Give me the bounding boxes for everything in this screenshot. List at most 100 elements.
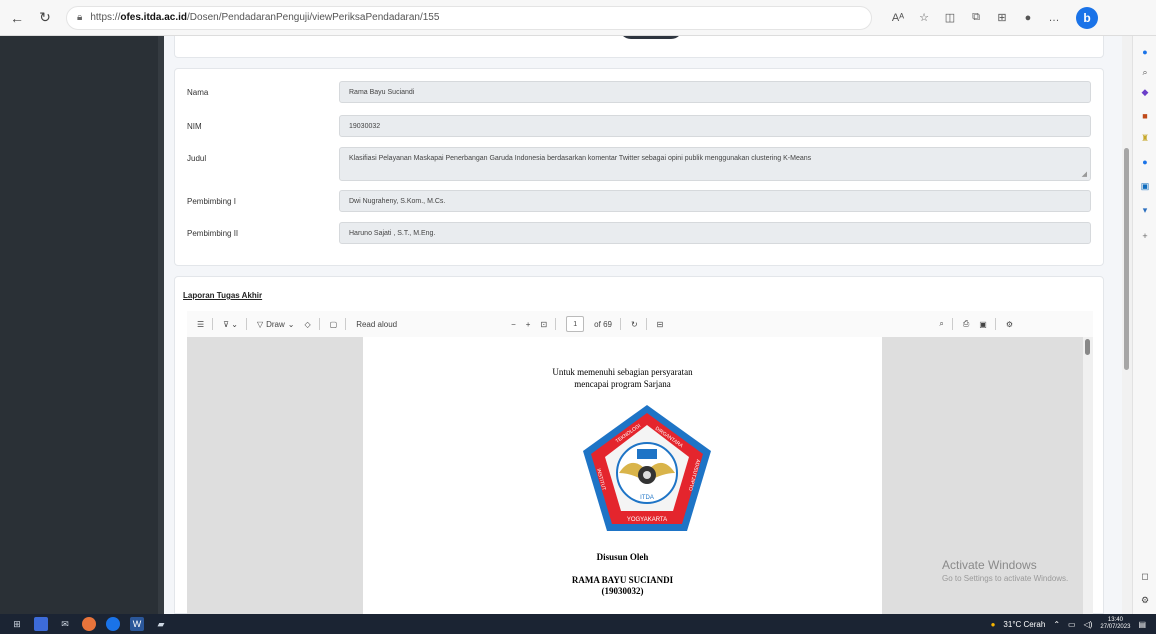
save-icon[interactable]: ▣ xyxy=(979,320,987,329)
network-icon[interactable]: ▭ xyxy=(1068,620,1076,629)
shopping-icon[interactable]: ■ xyxy=(1139,110,1151,122)
nim-field[interactable]: 19030032 xyxy=(339,115,1091,137)
nim-label: NIM xyxy=(187,121,202,131)
read-aloud-button[interactable]: Read aloud xyxy=(356,320,397,329)
eraser-icon[interactable]: ◇ xyxy=(304,320,310,329)
split-screen-icon[interactable]: ◫ xyxy=(942,10,958,26)
pdf-viewport[interactable]: Untuk memenuhi sebagian persyaratan menc… xyxy=(187,337,1083,614)
page-current[interactable]: 1 xyxy=(566,316,585,332)
bell-icon[interactable]: ● xyxy=(1139,46,1151,58)
profile-icon[interactable]: ● xyxy=(1020,10,1036,26)
divider xyxy=(245,318,247,330)
app-sidebar xyxy=(0,36,158,614)
resize-handle-icon[interactable]: ◢ xyxy=(1082,170,1087,178)
split-view-icon[interactable]: ◻ xyxy=(1139,570,1151,582)
divider xyxy=(994,318,996,330)
pembimbing2-field[interactable]: Haruno Sajati , S.T., M.Eng. xyxy=(339,222,1091,244)
fit-page-icon[interactable]: ⊡ xyxy=(540,320,547,329)
tray-up-icon[interactable]: ⌃ xyxy=(1053,620,1060,629)
divider xyxy=(555,318,557,330)
activate-windows-title: Activate Windows xyxy=(942,558,1037,572)
url-path: /Dosen/PendadaranPenguji/viewPeriksaPend… xyxy=(187,12,440,23)
divider xyxy=(318,318,320,330)
start-icon[interactable]: ⊞ xyxy=(10,617,24,631)
page-author-nim: (19030032) xyxy=(601,586,644,596)
print-icon[interactable]: ⎙ xyxy=(963,319,969,329)
back-icon[interactable]: ← xyxy=(6,7,28,29)
nama-field[interactable]: Rama Bayu Suciandi xyxy=(339,81,1091,103)
page-author: RAMA BAYU SUCIANDI xyxy=(571,575,674,585)
rotate-icon[interactable]: ↻ xyxy=(631,320,638,329)
judul-row: Judul Klasifiasi Pelayanan Maskapai Pene… xyxy=(187,147,1091,181)
judul-field[interactable]: Klasifiasi Pelayanan Maskapai Penerbanga… xyxy=(339,147,1091,181)
report-title: Laporan Tugas Akhir xyxy=(183,291,263,300)
page-text-line1: Untuk memenuhi sebagian persyaratan xyxy=(552,367,693,377)
clock-time: 13:40 xyxy=(1107,617,1123,623)
pdf-scrollbar[interactable] xyxy=(1083,337,1093,614)
judul-label: Judul xyxy=(187,154,207,163)
file-icon[interactable]: ▰ xyxy=(154,617,168,631)
browser-actions: Aᴬ ☆ ◫ ⧉ ⊞ ● … b xyxy=(890,6,1098,29)
pdf-scroll-thumb[interactable] xyxy=(1085,339,1090,355)
judul-text: Klasifiasi Pelayanan Maskapai Penerbanga… xyxy=(349,155,812,162)
search-icon[interactable]: ⌕ xyxy=(1139,66,1151,78)
bing-icon[interactable]: b xyxy=(1076,6,1098,29)
settings-icon[interactable]: ⚙ xyxy=(1139,594,1151,606)
chrome-icon[interactable] xyxy=(82,617,96,631)
page-total: of 69 xyxy=(594,319,612,329)
itda-logo: ITDA TEKNOLOGI DIRGANTARA INSTITUT ADISU… xyxy=(583,405,711,531)
more-icon[interactable]: … xyxy=(1046,10,1062,26)
page-number-input[interactable]: 1 xyxy=(566,316,585,332)
designer-icon[interactable]: ▾ xyxy=(1139,204,1151,216)
nama-row: Nama Rama Bayu Suciandi xyxy=(187,81,1091,103)
read-aloud-icon[interactable]: Aᴬ xyxy=(890,10,906,26)
page-scroll-thumb[interactable] xyxy=(1124,148,1129,370)
system-tray: ● 31°C Cerah ⌃ ▭ ◁) 13:40 27/07/2023 ▤ xyxy=(991,614,1146,634)
pembimbing2-label: Pembimbing II xyxy=(187,228,239,238)
weather-icon[interactable]: ● xyxy=(991,620,996,629)
page-text-line2: mencapai program Sarjana xyxy=(574,379,671,389)
pembimbing1-row: Pembimbing I Dwi Nugraheny, S.Kom., M.Cs… xyxy=(187,190,1091,212)
word-icon[interactable]: W xyxy=(130,617,144,631)
avatar xyxy=(619,36,683,39)
divider xyxy=(345,318,347,330)
add-icon[interactable]: + xyxy=(1139,230,1151,242)
games-icon[interactable]: ♜ xyxy=(1139,132,1151,144)
nama-label: Nama xyxy=(187,87,209,97)
pembimbing1-label: Pembimbing I xyxy=(187,196,236,206)
outlook-icon[interactable]: ▣ xyxy=(1139,180,1151,192)
refresh-icon[interactable]: ↻ xyxy=(34,7,56,29)
office-icon[interactable]: ● xyxy=(1139,156,1151,168)
clock[interactable]: 13:40 27/07/2023 xyxy=(1100,617,1130,631)
zoom-in-icon[interactable]: + xyxy=(526,320,531,329)
logo-center-text: ITDA xyxy=(640,495,654,501)
pdf-page: Untuk memenuhi sebagian persyaratan menc… xyxy=(363,337,882,614)
weather-text[interactable]: 31°C Cerah xyxy=(1003,620,1045,629)
page-scrollbar[interactable] xyxy=(1122,36,1132,614)
edge-sidebar: ● ⌕ ◆ ■ ♜ ● ▣ ▾ + ◻ ⚙ xyxy=(1132,36,1156,614)
highlight-icon[interactable]: ⊽ ⌄ xyxy=(223,320,238,329)
lock-icon[interactable]: 🔒︎ xyxy=(77,12,82,23)
favorite-icon[interactable]: ☆ xyxy=(916,10,932,26)
edge-icon[interactable] xyxy=(106,617,120,631)
logo-bottom-text: YOGYAKARTA xyxy=(627,517,667,523)
collections-icon[interactable]: ◆ xyxy=(1139,86,1151,98)
notification-icon[interactable]: ▤ xyxy=(1138,620,1146,629)
page-view-icon[interactable]: ⊟ xyxy=(657,320,664,329)
contents-icon[interactable]: ☰ xyxy=(197,320,204,329)
app-icon[interactable] xyxy=(34,617,48,631)
zoom-out-icon[interactable]: − xyxy=(511,320,516,329)
extensions-icon[interactable]: ⊞ xyxy=(994,10,1010,26)
volume-icon[interactable]: ◁) xyxy=(1084,620,1093,629)
mail-icon[interactable]: ✉ xyxy=(58,617,72,631)
text-icon[interactable]: ▢ xyxy=(330,320,338,329)
draw-button[interactable]: ▽ Draw ⌄ xyxy=(257,320,295,329)
address-bar[interactable]: 🔒︎ https://ofes.itda.ac.id/Dosen/Pendada… xyxy=(66,5,872,30)
clock-date: 27/07/2023 xyxy=(1100,624,1131,630)
search-icon[interactable]: ⌕ xyxy=(939,319,943,329)
settings-icon[interactable]: ⚙ xyxy=(1006,320,1013,329)
page-disusun: Disusun Oleh xyxy=(596,552,649,562)
pembimbing1-field[interactable]: Dwi Nugraheny, S.Kom., M.Cs. xyxy=(339,190,1091,212)
student-info-card: Nama Rama Bayu Suciandi NIM 19030032 Jud… xyxy=(174,68,1104,266)
collections-icon[interactable]: ⧉ xyxy=(968,10,984,26)
